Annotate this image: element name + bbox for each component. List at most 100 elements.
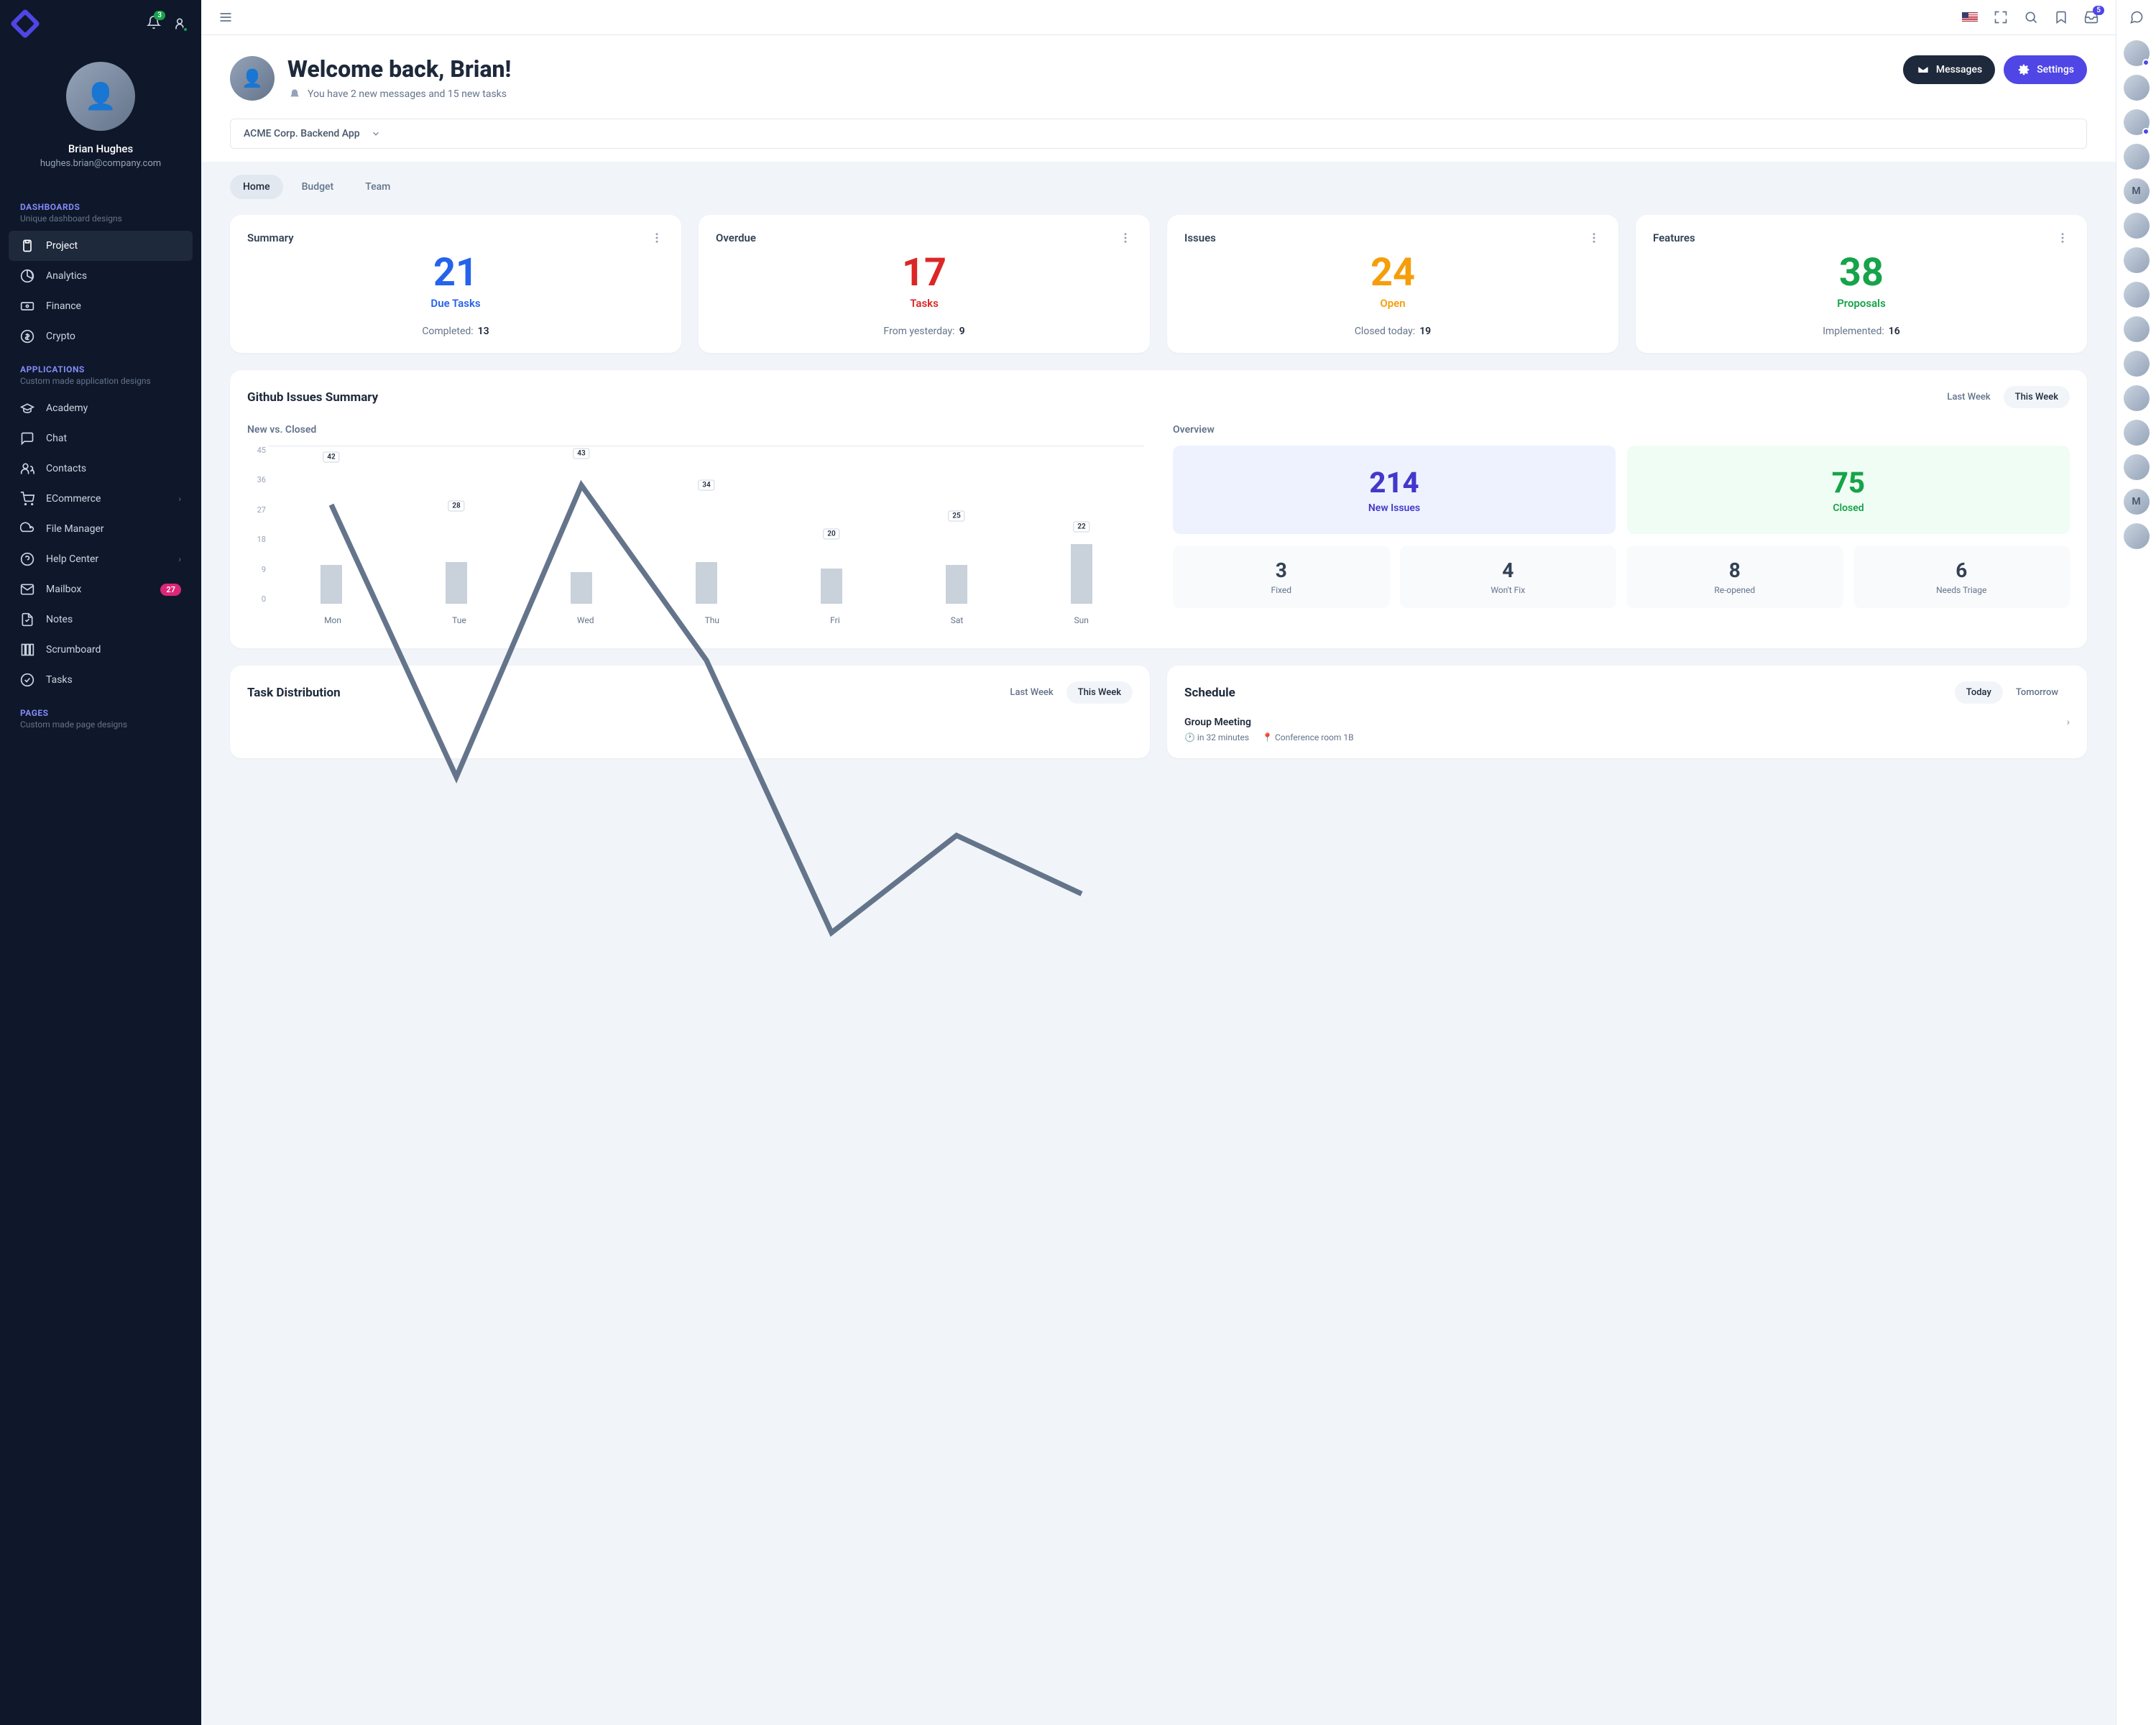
presence-avatar[interactable] xyxy=(2124,109,2150,135)
github-title: Github Issues Summary xyxy=(247,390,378,405)
sidebar-item-file-manager[interactable]: File Manager xyxy=(9,514,193,544)
presence-avatar[interactable] xyxy=(2124,144,2150,170)
messages-button[interactable]: Messages xyxy=(1903,55,1995,84)
sidebar-item-label: Academy xyxy=(46,402,88,414)
bookmark-icon[interactable] xyxy=(2054,10,2068,24)
sidebar-subheading: Unique dashboard designs xyxy=(20,213,181,224)
sidebar-item-ecommerce[interactable]: ECommerce › xyxy=(9,484,193,514)
tab-team[interactable]: Team xyxy=(352,175,403,199)
sidebar-item-label: Tasks xyxy=(46,674,73,686)
flag-icon[interactable] xyxy=(1962,12,1978,23)
bell-icon xyxy=(287,87,302,101)
presence-avatar[interactable] xyxy=(2124,420,2150,446)
sidebar-item-academy[interactable]: Academy xyxy=(9,393,193,423)
sidebar-item-finance[interactable]: Finance xyxy=(9,291,193,321)
sidebar-item-label: ECommerce xyxy=(46,493,101,505)
presence-avatar[interactable] xyxy=(2124,40,2150,66)
inbox-count: 5 xyxy=(2093,6,2104,15)
chat-panel-icon[interactable] xyxy=(2129,10,2144,24)
inbox-icon[interactable]: 5 xyxy=(2084,10,2099,24)
pie-icon xyxy=(20,269,34,283)
sidebar-item-crypto[interactable]: Crypto xyxy=(9,321,193,351)
check-icon xyxy=(20,673,34,687)
sidebar-item-label: Contacts xyxy=(46,463,86,474)
stat-card-overdue: Overdue 17 Tasks From yesterday:9 xyxy=(699,215,1150,353)
presence-avatar[interactable] xyxy=(2124,247,2150,273)
presence-avatar[interactable] xyxy=(2124,75,2150,101)
search-icon[interactable] xyxy=(2024,10,2038,24)
sidebar-badge: 27 xyxy=(160,584,181,596)
dollar-icon xyxy=(20,329,34,344)
sidebar-subheading: Custom made page designs xyxy=(20,719,181,730)
sidebar-subheading: Custom made application designs xyxy=(20,376,181,386)
presence-bar: MM xyxy=(2116,0,2156,1725)
sidebar-item-contacts[interactable]: Contacts xyxy=(9,454,193,484)
welcome-title: Welcome back, Brian! xyxy=(287,55,511,83)
sidebar-item-help-center[interactable]: Help Center› xyxy=(9,544,193,574)
sidebar-item-chat[interactable]: Chat xyxy=(9,423,193,454)
sidebar-item-scrumboard[interactable]: Scrumboard xyxy=(9,635,193,665)
main-tabs: HomeBudgetTeam xyxy=(201,162,2116,199)
sidebar-item-project[interactable]: Project xyxy=(9,231,193,261)
menu-toggle-icon[interactable] xyxy=(218,10,233,24)
more-icon[interactable] xyxy=(2055,231,2070,245)
sidebar-item-label: Project xyxy=(46,240,78,252)
range-pill[interactable]: This Week xyxy=(2004,386,2070,408)
project-selector[interactable]: ACME Corp. Backend App xyxy=(230,119,2087,149)
sidebar-item-analytics[interactable]: Analytics xyxy=(9,261,193,291)
stat-label: Due Tasks xyxy=(247,297,664,310)
sidebar-item-label: Scrumboard xyxy=(46,644,101,656)
stat-value: 24 xyxy=(1184,254,1601,293)
presence-avatar[interactable] xyxy=(2124,351,2150,377)
user-name: Brian Hughes xyxy=(68,142,133,155)
chevron-right-icon: › xyxy=(178,554,181,564)
more-icon[interactable] xyxy=(650,231,664,245)
stat-foot-key: Completed: xyxy=(422,326,473,337)
fullscreen-icon[interactable] xyxy=(1994,10,2008,24)
sidebar-heading: Dashboards xyxy=(20,202,181,212)
presence-avatar[interactable] xyxy=(2124,282,2150,308)
sidebar-item-label: Crypto xyxy=(46,331,75,342)
stat-value: 17 xyxy=(716,254,1133,293)
location-icon: 📍 Conference room 1B xyxy=(1262,732,1354,742)
overview-big: 214New Issues xyxy=(1173,446,1616,534)
gear-icon xyxy=(2017,63,2031,77)
chevron-right-icon: › xyxy=(178,494,181,504)
user-avatar[interactable]: 👤 xyxy=(66,62,135,131)
card-title: Summary xyxy=(247,231,294,244)
range-pill[interactable]: Tomorrow xyxy=(2004,681,2070,704)
user-status-icon[interactable] xyxy=(172,17,187,31)
github-range: Last WeekThis Week xyxy=(1935,386,2070,408)
presence-avatar[interactable] xyxy=(2124,316,2150,342)
sidebar-item-label: File Manager xyxy=(46,523,104,535)
notifications-button[interactable]: 3 xyxy=(147,15,161,32)
stat-value: 21 xyxy=(247,254,664,293)
range-pill[interactable]: Last Week xyxy=(1935,386,2001,408)
sidebar-heading: Pages xyxy=(20,708,181,718)
more-icon[interactable] xyxy=(1587,231,1601,245)
range-pill[interactable]: Today xyxy=(1955,681,2003,704)
presence-avatar[interactable] xyxy=(2124,454,2150,480)
settings-button[interactable]: Settings xyxy=(2004,55,2087,84)
presence-avatar[interactable]: M xyxy=(2124,178,2150,204)
users-icon xyxy=(20,461,34,476)
sidebar-item-tasks[interactable]: Tasks xyxy=(9,665,193,695)
notif-count-badge: 3 xyxy=(154,11,165,20)
tab-home[interactable]: Home xyxy=(230,175,283,199)
more-icon[interactable] xyxy=(1118,231,1133,245)
presence-avatar[interactable] xyxy=(2124,385,2150,411)
sidebar-item-label: Finance xyxy=(46,300,81,312)
stat-card-summary: Summary 21 Due Tasks Completed: 13 xyxy=(230,215,681,353)
sidebar-item-mailbox[interactable]: Mailbox27 xyxy=(9,574,193,604)
presence-avatar[interactable] xyxy=(2124,213,2150,239)
presence-avatar[interactable]: M xyxy=(2124,489,2150,515)
schedule-item[interactable]: Group Meeting› 🕐 in 32 minutes 📍 Confere… xyxy=(1184,717,2070,742)
stat-foot-key: Implemented: xyxy=(1823,326,1884,337)
sidebar-item-notes[interactable]: Notes xyxy=(9,604,193,635)
tab-budget[interactable]: Budget xyxy=(289,175,347,199)
stat-foot-val: 13 xyxy=(478,326,489,337)
stat-label: Tasks xyxy=(716,297,1133,310)
presence-avatar[interactable] xyxy=(2124,523,2150,549)
issues-chart: 4536271890 42284334202522 MonTueWedThuFr… xyxy=(247,446,1144,632)
overview-small: 6Needs Triage xyxy=(1853,546,2070,608)
